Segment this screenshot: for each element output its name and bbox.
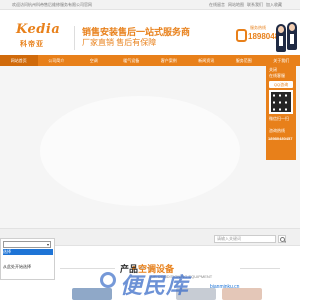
staff-avatar-icon (276, 24, 286, 52)
qr-code-image (269, 90, 293, 114)
nav-item-cases[interactable]: 客户案例 (150, 55, 188, 66)
logo-chinese: 科帝亚 (20, 41, 44, 48)
welcome-text: 欢迎访问杭州科帝售后维修服务有限公司官网 (12, 2, 92, 7)
select-option[interactable]: 选择 (3, 249, 53, 255)
nav-item-news[interactable]: 新闻资讯 (188, 55, 226, 66)
floating-service-panel: 关闭 在线客服 QQ咨询 微信扫一扫 咨询热线 18980480457 (266, 65, 296, 160)
nav-item-about[interactable]: 公司简介 (38, 55, 76, 66)
nav-item-heating[interactable]: 暖气设备 (113, 55, 151, 66)
section-line-left (60, 268, 115, 269)
watermark-text: 便民库 (120, 273, 190, 298)
hero-banner[interactable] (0, 66, 300, 270)
scan-text: 微信扫一扫 (269, 116, 289, 121)
service-hotline-label: 咨询热线 (269, 128, 285, 133)
product-thumbnail[interactable] (72, 288, 112, 300)
nav-item-ac[interactable]: 空调 (75, 55, 113, 66)
search-input[interactable]: 请输入关键词 (214, 235, 276, 243)
top-link-sitemap[interactable]: 网站地图 (228, 0, 244, 10)
top-link-contact[interactable]: 联系我们 (247, 0, 263, 10)
hotline-number: 1898048 (248, 32, 278, 41)
header-hotline: 服务热线 1898048 (236, 25, 278, 51)
phone-icon (236, 29, 247, 42)
logo-english: Kedia (16, 22, 61, 37)
top-links: 在线留言 网站地图 联系我们 加入收藏 (209, 0, 282, 10)
top-link-message[interactable]: 在线留言 (209, 0, 225, 10)
staff-avatar-icon (287, 22, 297, 50)
chevron-down-icon: ▾ (46, 242, 49, 247)
nav-item-home[interactable]: 网站首页 (0, 55, 38, 66)
watermark-icon (100, 272, 116, 288)
top-link-favorite[interactable]: 加入收藏 (266, 0, 282, 10)
watermark-subtext: bianminku.cn (210, 284, 240, 290)
select-dropdown[interactable]: ▾ 选择 从此处开始选择 (0, 238, 55, 280)
top-utility-bar: 欢迎访问杭州科帝售后维修服务有限公司官网 在线留言 网站地图 联系我们 加入收藏 (0, 0, 300, 10)
search-icon[interactable] (278, 235, 286, 243)
service-hotline-number: 18980480457 (268, 136, 293, 141)
banner-background (40, 96, 240, 206)
select-current[interactable]: ▾ (3, 241, 51, 248)
service-panel-title: 在线客服 (269, 73, 285, 78)
select-option[interactable]: 从此处开始选择 (3, 264, 31, 270)
hotline-label: 服务热线 (250, 25, 266, 30)
main-nav: 网站首页 公司简介 空调 暖气设备 客户案例 新闻资讯 服务范围 关于我们 (0, 55, 300, 66)
header-divider (74, 26, 75, 50)
site-logo[interactable]: Kedia 科帝亚 (14, 22, 66, 52)
slogan-sub: 厂家直销 售后有保障 (82, 38, 157, 47)
nav-item-service[interactable]: 服务范围 (225, 55, 263, 66)
section-line-right (240, 268, 280, 269)
site-header: Kedia 科帝亚 销售安装售后一站式服务商 厂家直销 售后有保障 服务热线 1… (0, 10, 300, 55)
qq-consult-button[interactable]: QQ咨询 (269, 81, 293, 88)
service-staff-image (276, 22, 300, 54)
